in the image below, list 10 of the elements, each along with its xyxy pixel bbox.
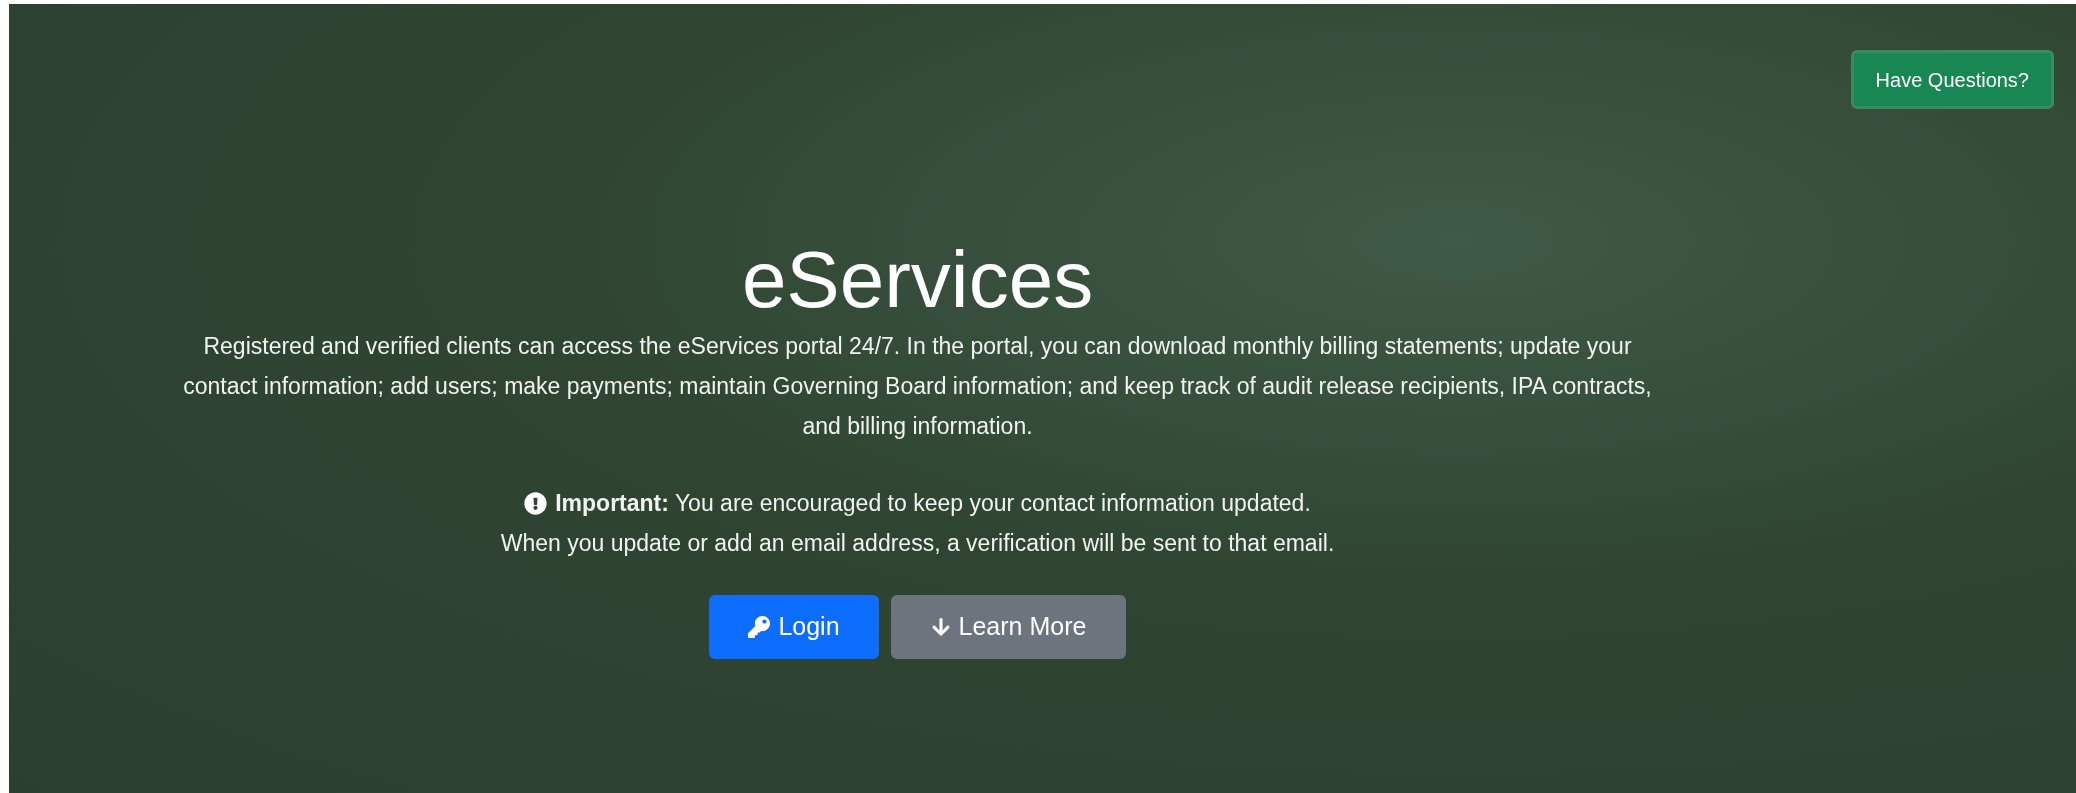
learn-more-button[interactable]: Learn More	[891, 595, 1126, 659]
verification-note-text: When you update or add an email address, a verification will be sent to that email.	[500, 529, 1335, 558]
login-button[interactable]: Login	[709, 595, 879, 659]
description-text: Registered and verified clients can access the eServices portal 24/7. In the portal, you can download monthly billing statements; update your contact information; add users; make payments; maintain Governing Board information; and keep track of audit release recipients, IPA contracts, and billing information.	[182, 332, 1653, 441]
important-notice-text: Important: You are encouraged to keep your contact information updated.	[555, 489, 1311, 518]
arrow-down-icon	[930, 617, 951, 637]
exclamation-icon	[524, 491, 548, 515]
have-questions-button[interactable]: Have Questions?	[1850, 50, 2054, 109]
key-icon	[748, 616, 771, 638]
page-title: eServices	[741, 234, 1094, 326]
